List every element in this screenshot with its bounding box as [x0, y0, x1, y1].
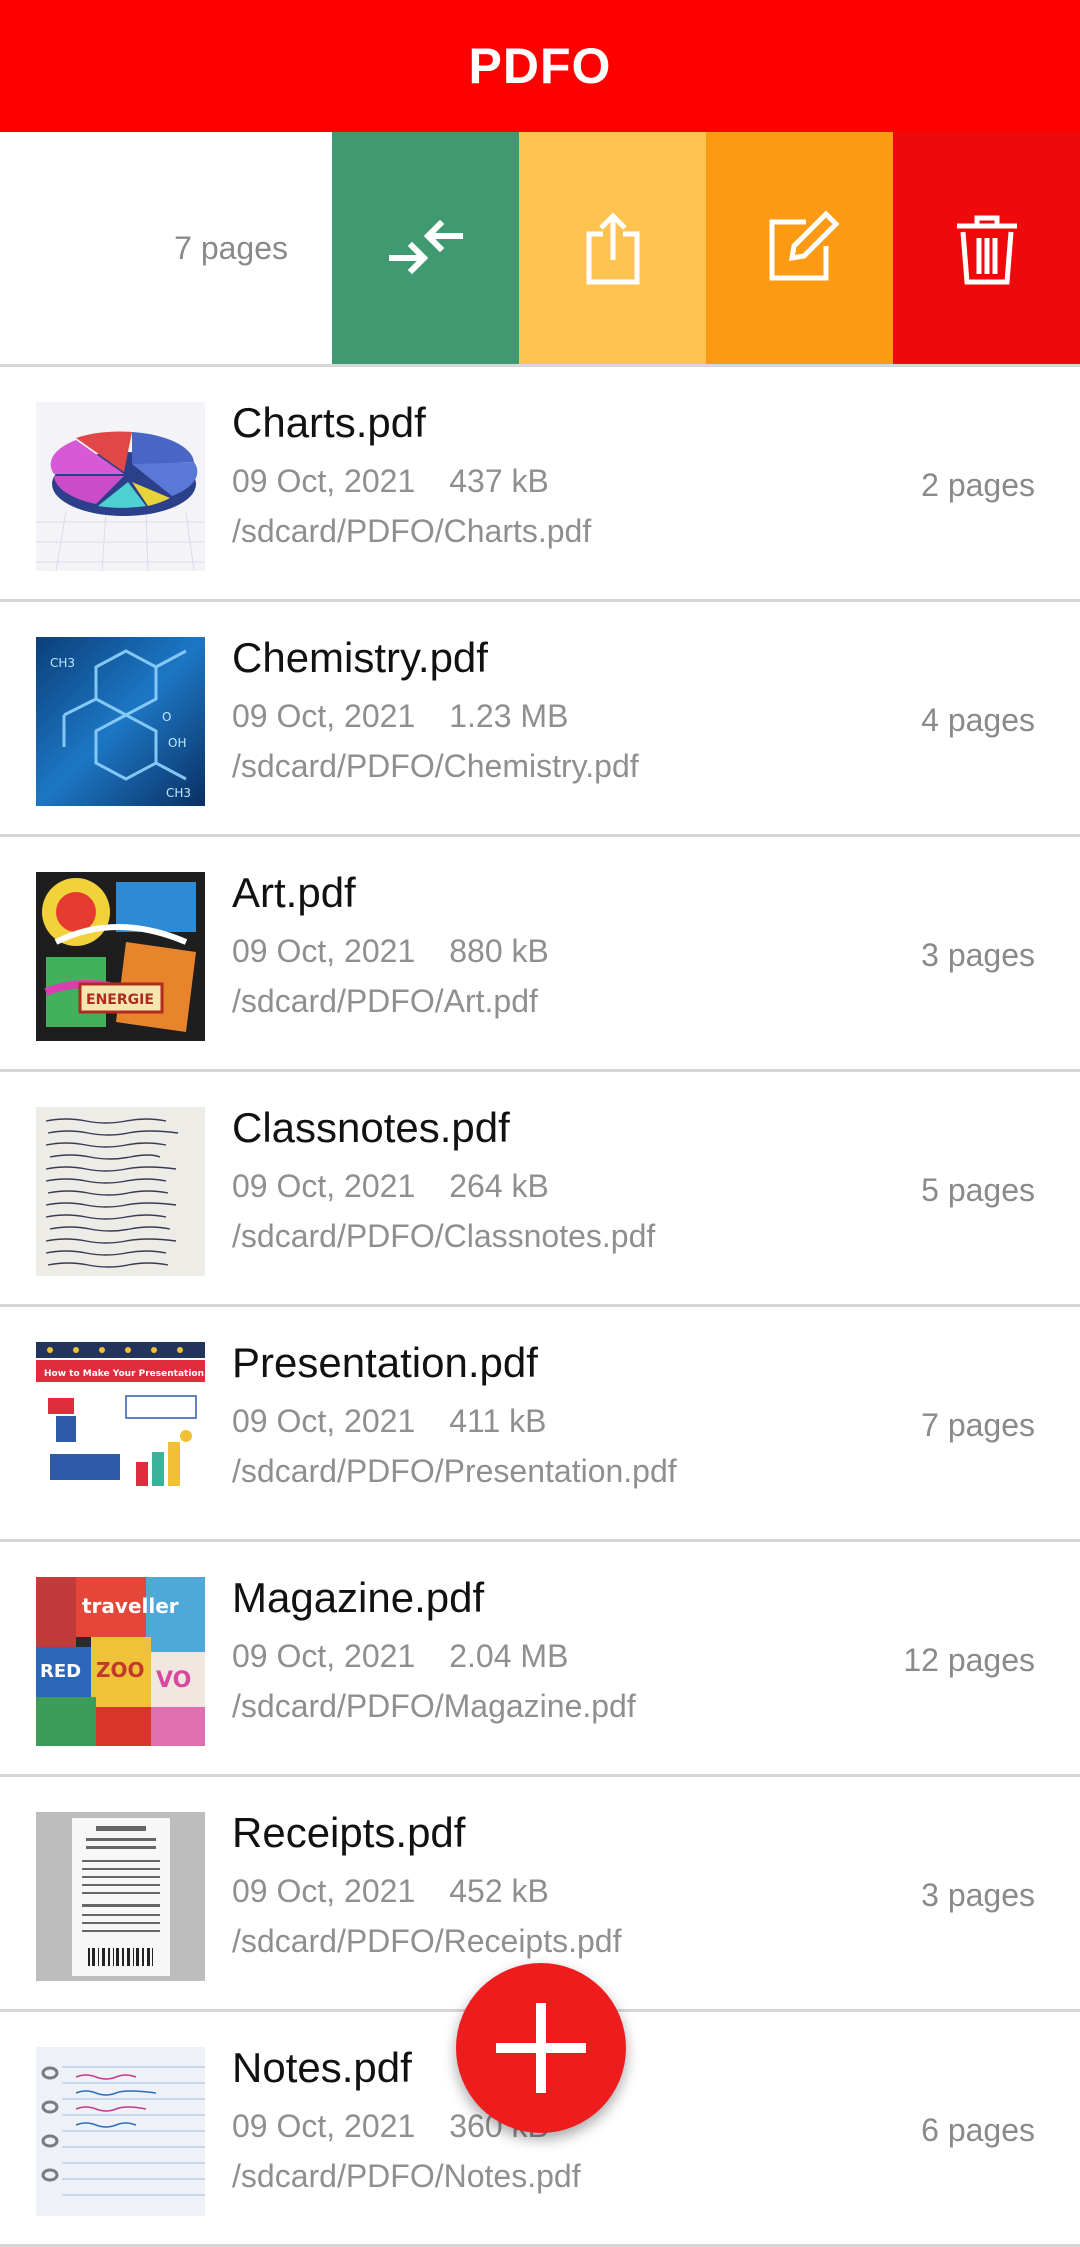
file-pages: 7 pages — [174, 229, 288, 266]
compress-button[interactable] — [332, 132, 519, 364]
file-size: 411 kB — [449, 1403, 547, 1439]
file-path: /sdcard/PDFO/Classnotes.pdf — [232, 1218, 656, 1254]
file-date: 09 Oct, 2021 — [232, 1403, 416, 1439]
file-date: 09 Oct, 2021 — [232, 1873, 416, 1909]
file-meta: 09 Oct, 2021 2.04 MB — [232, 1638, 568, 1675]
file-date: 09 Oct, 2021 — [232, 698, 416, 734]
file-path: /sdcard/PDFO/Magazine.pdf — [232, 1688, 636, 1724]
file-row[interactable]: How to Make Your Presentation Powerful P… — [0, 1307, 1080, 1542]
file-path: /sdcard/PDFO/Charts.pdf — [232, 513, 592, 549]
file-date: 09 Oct, 2021 — [232, 1168, 416, 1204]
svg-text:CH3: CH3 — [50, 656, 75, 670]
svg-text:OH: OH — [168, 736, 186, 750]
share-upload-icon — [586, 212, 639, 285]
file-row[interactable]: Classnotes.pdf 09 Oct, 2021 264 kB /sdcar… — [0, 1072, 1080, 1307]
file-row[interactable]: Charts.pdf 09 Oct, 2021 437 kB /sdcard/PD… — [0, 367, 1080, 602]
file-meta: 09 Oct, 2021 437 kB — [232, 463, 549, 500]
file-row[interactable]: traveller RED ZOO VO Magazine.pdf 09 Oct… — [0, 1542, 1080, 1777]
presentation-slide-thumbnail: How to Make Your Presentation Powerful — [36, 1342, 205, 1511]
file-name: Notes.pdf — [232, 2044, 412, 2091]
file-path: /sdcard/PDFO/Chemistry.pdf — [232, 748, 639, 784]
file-name: Magazine.pdf — [232, 1574, 485, 1621]
trash-icon — [956, 215, 1017, 285]
file-size: 437 kB — [449, 463, 549, 499]
file-size: 264 kB — [449, 1168, 549, 1204]
svg-text:ZOO: ZOO — [96, 1658, 145, 1682]
file-date: 09 Oct, 2021 — [232, 933, 416, 969]
app-title: PDFO — [468, 38, 612, 94]
file-meta: 09 Oct, 2021 880 kB — [232, 933, 549, 970]
file-pages: 2 pages — [921, 467, 1035, 503]
pie-chart-thumbnail — [36, 402, 205, 571]
file-row[interactable]: ENERGIE Art.pdf 09 Oct, 2021 880 kB /sdca… — [0, 837, 1080, 1072]
edit-pencil-icon — [769, 210, 840, 281]
file-name: Art.pdf — [232, 869, 356, 916]
delete-button[interactable] — [893, 132, 1080, 364]
file-meta: 09 Oct, 2021 264 kB — [232, 1168, 549, 1205]
file-name: Classnotes.pdf — [232, 1104, 510, 1151]
file-name: Presentation.pdf — [232, 1339, 538, 1386]
svg-text:ENERGIE: ENERGIE — [86, 992, 154, 1008]
file-path: /sdcard/PDFO/Notes.pdf — [232, 2158, 581, 2194]
file-pages: 3 pages — [921, 937, 1035, 973]
swiped-file-row[interactable]: 7 pages — [0, 132, 1080, 367]
file-pages: 6 pages — [921, 2112, 1035, 2148]
file-path: /sdcard/PDFO/Art.pdf — [232, 983, 538, 1019]
file-size: 880 kB — [449, 933, 549, 969]
add-file-button[interactable] — [456, 1963, 626, 2133]
file-size: 2.04 MB — [449, 1638, 569, 1674]
file-pages: 5 pages — [921, 1172, 1035, 1208]
file-name: Receipts.pdf — [232, 1809, 466, 1856]
graffiti-art-thumbnail: ENERGIE — [36, 872, 205, 1041]
edit-button[interactable] — [706, 132, 893, 364]
svg-text:VO: VO — [156, 1668, 191, 1693]
file-meta: 09 Oct, 2021 1.23 MB — [232, 698, 568, 735]
svg-text:traveller: traveller — [82, 1594, 179, 1618]
svg-text:O: O — [162, 710, 171, 724]
file-date: 09 Oct, 2021 — [232, 1638, 416, 1674]
chemistry-molecule-thumbnail: CH3 OH CH3 O — [36, 637, 205, 806]
file-pages: 4 pages — [921, 702, 1035, 738]
file-size: 452 kB — [449, 1873, 549, 1909]
file-name: Chemistry.pdf — [232, 634, 488, 681]
plus-icon — [496, 2003, 586, 2093]
compress-arrows-icon — [388, 219, 463, 275]
file-size: 1.23 MB — [449, 698, 569, 734]
svg-text:CH3: CH3 — [166, 786, 191, 800]
file-row[interactable]: CH3 OH CH3 O Chemistry.pdf 09 Oct, 2021 1.23… — [0, 602, 1080, 837]
file-path: /sdcard/PDFO/Receipts.pdf — [232, 1923, 622, 1959]
file-pages: 3 pages — [921, 1877, 1035, 1913]
app-bar: PDFO — [0, 0, 1080, 132]
file-meta: 09 Oct, 2021 411 kB — [232, 1403, 546, 1440]
magazine-covers-thumbnail: traveller RED ZOO VO — [36, 1577, 205, 1746]
file-name: Charts.pdf — [232, 399, 426, 446]
svg-text:How to Make Your Presentation: How to Make Your Presentation Powerful — [44, 1369, 205, 1379]
file-meta: 09 Oct, 2021 452 kB — [232, 1873, 549, 1910]
svg-text:RED: RED — [40, 1661, 81, 1682]
file-date: 09 Oct, 2021 — [232, 2108, 416, 2144]
file-pages: 7 pages — [921, 1407, 1035, 1443]
file-path: /sdcard/PDFO/Presentation.pdf — [232, 1453, 677, 1489]
handwritten-notes-thumbnail — [36, 1107, 205, 1276]
file-pages: 12 pages — [903, 1642, 1035, 1678]
file-date: 09 Oct, 2021 — [232, 463, 416, 499]
share-button[interactable] — [519, 132, 706, 364]
notebook-thumbnail — [36, 2047, 205, 2216]
receipt-thumbnail — [36, 1812, 205, 1981]
